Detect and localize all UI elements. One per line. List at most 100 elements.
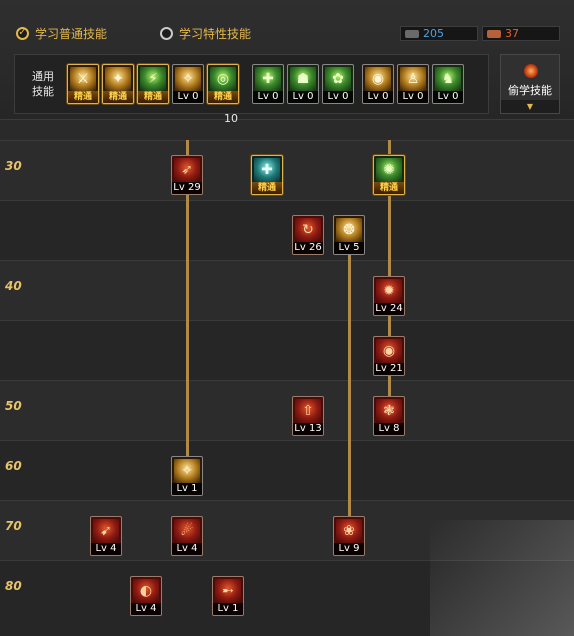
skill-icon: ✦ [105,67,131,91]
skill-frame: ↻ Lv 26 [292,215,324,255]
skill-frame: ♙ Lv 0 [397,64,429,104]
chevron-down-icon[interactable]: ▼ [501,100,559,113]
common-skill-8[interactable]: ✿ Lv 0 [322,64,354,104]
skill-frame: ✚ Lv 0 [252,64,284,104]
skill-level: Lv 4 [131,603,161,615]
tab-special-skills-label: 学习特性技能 [179,26,252,41]
skill-l30-c[interactable]: ✺ 精通 [373,155,405,195]
skill-icon: ☄ [174,519,200,543]
skill-frame: ❀ Lv 9 [333,516,365,556]
skill-level: Lv 4 [172,543,202,555]
level-row-35 [0,200,574,260]
skill-level: Lv 13 [293,423,323,435]
skill-l70-c[interactable]: ❀ Lv 9 [333,516,365,556]
sp-red-counter: 37 [482,26,560,41]
skill-level: Lv 1 [172,483,202,495]
common-skill-5[interactable]: ◎ 精通 [207,64,239,104]
common-skills-panel: 通用 技能 ⚔ 精通 ✦ 精通 ⚡ 精通 ✧ Lv 0 ◎ 精通 ✚ Lv 0 ☗ Lv 0 ✿ Lv 0 ◉ L… [14,54,489,114]
level-label-50: 50 [5,399,22,413]
level-row-45 [0,320,574,380]
steal-skill-label: 偷学技能 [508,84,552,97]
corner-fade [430,520,574,636]
skill-level: Lv 29 [172,182,202,194]
skill-icon: ☗ [290,67,316,91]
skill-level: Lv 24 [374,303,404,315]
skill-l70-a[interactable]: ➹ Lv 4 [90,516,122,556]
common-sub-value: 10 [224,112,238,125]
skill-icon: ❂ [336,218,362,242]
skill-frame: ✹ Lv 24 [373,276,405,316]
book-icon [405,29,419,38]
skill-icon: ❃ [376,399,402,423]
skill-level: Lv 21 [374,363,404,375]
skill-level: Lv 0 [433,91,463,103]
common-skills-label: 通用 技能 [27,69,59,99]
skill-icon: ◐ [133,579,159,603]
sp-red-value: 37 [505,27,519,40]
skill-l70-b[interactable]: ☄ Lv 4 [171,516,203,556]
skill-level: Lv 26 [293,242,323,254]
skill-icon: ⚔ [70,67,96,91]
common-skill-3[interactable]: ⚡ 精通 [137,64,169,104]
skill-level: Lv 8 [374,423,404,435]
skill-l35-a[interactable]: ↻ Lv 26 [292,215,324,255]
skill-icon: ♙ [400,67,426,91]
skill-l50-b[interactable]: ❃ Lv 8 [373,396,405,436]
tab-normal-skills-label: 学习普通技能 [35,26,108,41]
common-label-line1: 通用 [32,70,54,83]
level-row-60: 60 [0,440,574,500]
skill-level: Lv 9 [334,543,364,555]
skill-frame: ➶ Lv 29 [171,155,203,195]
skill-icon: ✹ [376,279,402,303]
common-skill-2[interactable]: ✦ 精通 [102,64,134,104]
skill-level: Lv 0 [288,91,318,103]
skill-l30-b[interactable]: ✚ 精通 [251,155,283,195]
common-skill-11[interactable]: ♞ Lv 0 [432,64,464,104]
common-skill-6[interactable]: ✚ Lv 0 [252,64,284,104]
common-skill-9[interactable]: ◉ Lv 0 [362,64,394,104]
common-skill-1[interactable]: ⚔ 精通 [67,64,99,104]
skill-l80-b[interactable]: ➸ Lv 1 [212,576,244,616]
tab-normal-skills[interactable]: ✓ 学习普通技能 [16,24,107,42]
sp-blue-counter: 205 [400,26,478,41]
mastery-badge: 精通 [252,182,282,194]
orb-icon [524,64,538,78]
skill-l60-a[interactable]: ✧ Lv 1 [171,456,203,496]
common-skill-10[interactable]: ♙ Lv 0 [397,64,429,104]
skill-icon: ⚡ [140,67,166,91]
mastery-badge: 精通 [103,91,133,103]
skill-frame: ♞ Lv 0 [432,64,464,104]
skill-icon: ✚ [255,67,281,91]
common-skill-4[interactable]: ✧ Lv 0 [172,64,204,104]
skill-level: Lv 0 [173,91,203,103]
mastery-badge: 精通 [374,182,404,194]
common-skill-7[interactable]: ☗ Lv 0 [287,64,319,104]
skill-icon: ♞ [435,67,461,91]
level-row-40: 40 [0,260,574,320]
sp-blue-value: 205 [423,27,444,40]
level-label-60: 60 [5,459,22,473]
common-label-line2: 技能 [32,85,54,98]
skill-l40-a[interactable]: ✹ Lv 24 [373,276,405,316]
skill-frame: ⇧ Lv 13 [292,396,324,436]
steal-skill-button[interactable]: 偷学技能 ▼ [500,54,560,114]
skill-l80-a[interactable]: ◐ Lv 4 [130,576,162,616]
skill-level: Lv 0 [398,91,428,103]
tab-special-skills[interactable]: 学习特性技能 [160,24,251,42]
skill-frame: ✧ Lv 0 [172,64,204,104]
skill-frame: ◐ Lv 4 [130,576,162,616]
skill-frame: ◉ Lv 0 [362,64,394,104]
skill-icon: ✧ [174,459,200,483]
connector-line [348,250,351,520]
checked-radio-icon: ✓ [16,26,29,40]
skill-l30-a[interactable]: ➶ Lv 29 [171,155,203,195]
skill-frame: ✚ 精通 [251,155,283,195]
skill-frame: ➸ Lv 1 [212,576,244,616]
skill-l50-a[interactable]: ⇧ Lv 13 [292,396,324,436]
level-row-30: 30 [0,140,574,200]
skill-level: Lv 0 [323,91,353,103]
skill-frame: ❃ Lv 8 [373,396,405,436]
skill-icon: ✺ [376,158,402,182]
skill-l35-b[interactable]: ❂ Lv 5 [333,215,365,255]
skill-l45-a[interactable]: ◉ Lv 21 [373,336,405,376]
